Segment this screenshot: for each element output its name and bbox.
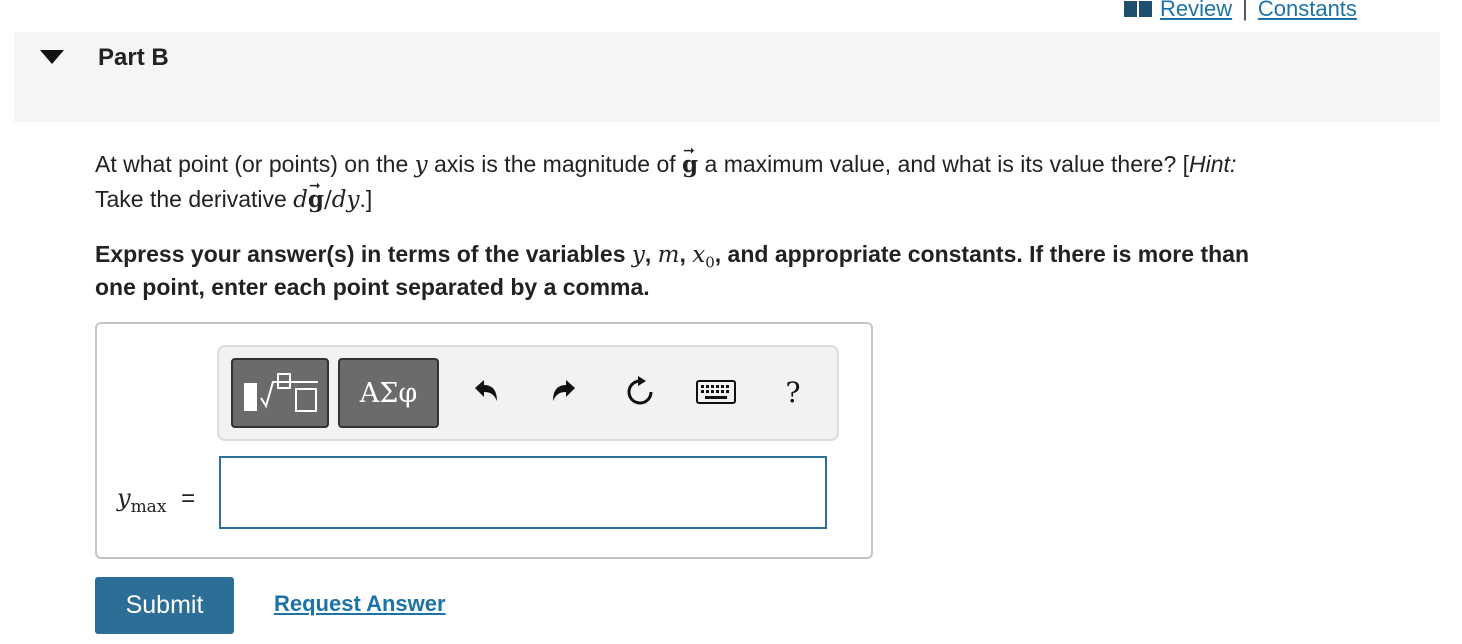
collapse-triangle-icon[interactable]: [40, 50, 64, 64]
instructions-line-2: one point, enter each point separated by…: [95, 274, 650, 300]
question-text: a maximum value, and what is its value t…: [698, 151, 1190, 177]
templates-button[interactable]: [231, 358, 329, 428]
question-line-1: At what point (or points) on the y axis …: [95, 143, 1237, 182]
greek-symbols-button[interactable]: ΑΣφ: [338, 358, 439, 428]
vector-g: g ➞: [308, 178, 324, 217]
part-title: Part B: [98, 44, 169, 71]
deriv-slash: /: [324, 187, 332, 213]
question-line-2: Take the derivative dg ➞/dy.]: [95, 178, 373, 217]
answer-input[interactable]: [219, 456, 827, 529]
top-links: Review | Constants: [1124, 0, 1357, 24]
var-subscript: max: [130, 496, 167, 517]
link-separator: |: [1242, 0, 1248, 21]
reset-icon[interactable]: [620, 368, 660, 416]
deriv-dy: dy: [331, 187, 360, 213]
vector-arrow-icon: ➞: [683, 143, 695, 159]
instructions-text: ,: [679, 241, 693, 267]
constants-link[interactable]: Constants: [1258, 0, 1357, 22]
templates-icon: [244, 373, 318, 412]
part-header: [14, 32, 1440, 122]
var-m: m: [657, 242, 680, 268]
vector-g: g ➞: [682, 143, 698, 182]
instructions-text: , and appropriate constants. If there is…: [714, 241, 1249, 267]
submit-button[interactable]: Submit: [95, 577, 234, 634]
answer-variable-label: ymax =: [117, 484, 195, 517]
equals-sign: =: [181, 485, 196, 512]
vector-arrow-icon: ➞: [308, 178, 321, 194]
undo-icon[interactable]: [468, 368, 504, 416]
book-icon: [1124, 1, 1154, 17]
redo-icon[interactable]: [546, 368, 582, 416]
help-button[interactable]: ?: [778, 368, 808, 416]
var-y: y: [414, 152, 428, 178]
deriv-d: d: [293, 187, 308, 213]
request-answer-link[interactable]: Request Answer: [274, 591, 446, 617]
var-y: y: [117, 484, 131, 512]
question-text: axis is the magnitude of: [427, 151, 683, 177]
question-text: At what point (or points) on the: [95, 151, 415, 177]
var-x0: x0: [692, 242, 715, 272]
keyboard-icon[interactable]: [695, 368, 737, 416]
review-link[interactable]: Review: [1160, 0, 1232, 22]
instructions-text: ,: [644, 241, 658, 267]
hint-label: Hint:: [1189, 151, 1237, 177]
question-text: Take the derivative: [95, 186, 294, 212]
instructions-text: Express your answer(s) in terms of the v…: [95, 241, 632, 267]
question-text: .]: [359, 186, 373, 212]
var-y: y: [631, 242, 645, 268]
